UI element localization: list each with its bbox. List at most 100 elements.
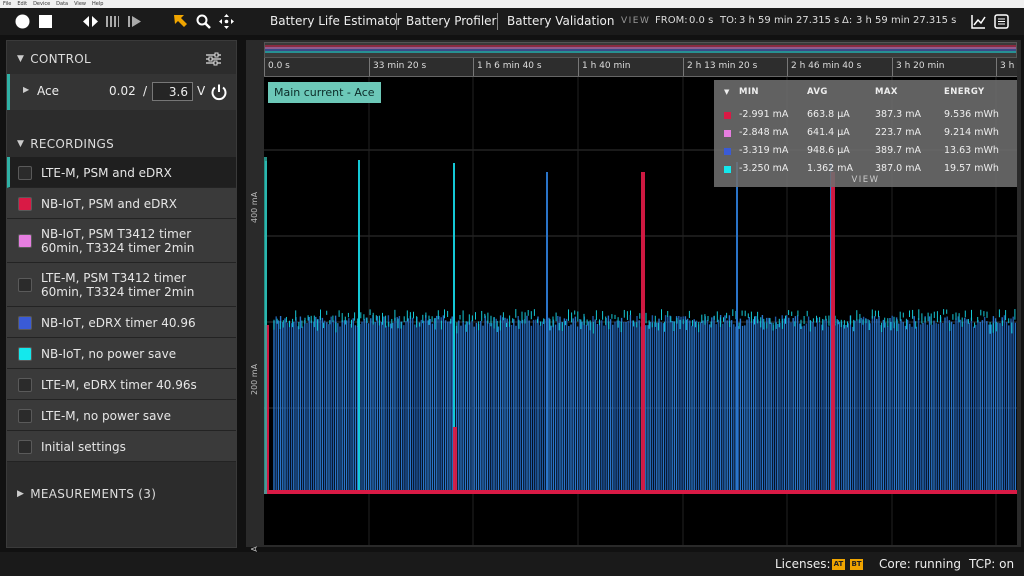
license-badge-at[interactable]: AT (832, 559, 845, 570)
settings-sliders-icon[interactable] (205, 52, 222, 66)
series-color-swatch (724, 130, 731, 137)
recording-item[interactable]: LTE-M, PSM T3412 timer 60min, T3324 time… (7, 263, 236, 307)
pan-start-icon[interactable] (104, 13, 121, 30)
trace-label[interactable]: Main current - Ace (268, 82, 381, 103)
recordings-section-header[interactable]: ▼ RECORDINGS (7, 129, 236, 159)
recording-color-swatch[interactable] (18, 315, 32, 330)
recording-color-swatch[interactable] (18, 408, 32, 423)
stats-view-label[interactable]: VIEW (714, 175, 1017, 185)
recording-item[interactable]: NB-IoT, eDRX timer 40.96 (7, 307, 236, 338)
event-marker (831, 172, 835, 494)
chart-icon[interactable] (970, 13, 987, 30)
stats-cell-min: -2.991 mA (739, 109, 789, 120)
stats-cell-max: 387.0 mA (875, 163, 921, 174)
menu-view[interactable]: View (74, 0, 86, 8)
recording-color-swatch[interactable] (18, 377, 32, 392)
stats-row: -3.319 mA 948.6 µA 389.7 mA 13.63 mWh (714, 143, 1017, 160)
recording-color-swatch[interactable] (18, 439, 32, 454)
measurements-section-header[interactable]: ▶ MEASUREMENTS (3) (7, 479, 236, 509)
recording-label: Initial settings (41, 439, 126, 454)
stats-cell-avg: 641.4 µA (807, 127, 850, 138)
control-section-header[interactable]: ▼ CONTROL (7, 44, 236, 74)
stats-cell-max: 223.7 mA (875, 127, 921, 138)
time-tick-label: 2 h 46 min 40 s (791, 61, 862, 71)
time-tick-label: 33 min 20 s (373, 61, 427, 71)
menu-help[interactable]: Help (92, 0, 103, 8)
stats-header-min: MIN (739, 87, 759, 97)
stats-header-avg: AVG (807, 87, 828, 97)
recording-color-swatch[interactable] (18, 165, 32, 180)
device-control-row: ▶ Ace 0.02 / 3.6 V (7, 74, 236, 110)
time-tick (996, 58, 997, 76)
delta-label: Δ: (842, 15, 853, 26)
menu-device[interactable]: Device (33, 0, 50, 8)
menu-data[interactable]: Data (56, 0, 68, 8)
from-value: 0.0 s (689, 15, 714, 26)
record-icon[interactable] (14, 13, 31, 30)
search-icon[interactable] (195, 13, 212, 30)
time-tick (683, 58, 684, 76)
menu-file[interactable]: File (3, 0, 11, 8)
menu-edit[interactable]: Edit (17, 0, 27, 8)
to-label: TO: (720, 15, 738, 26)
pointer-icon[interactable] (172, 13, 189, 30)
time-tick-label: 2 h 13 min 20 s (687, 61, 758, 71)
stats-table: ▼ MIN AVG MAX ENERGY -2.991 mA 663.8 µA 38… (714, 80, 1017, 187)
tab-battery-validation[interactable]: Battery Validation (507, 14, 614, 28)
recordings-list: LTE-M, PSM and eDRX NB-IoT, PSM and eDRX N… (7, 157, 236, 462)
trace-baseline (264, 490, 1017, 494)
recording-item[interactable]: LTE-M, eDRX timer 40.96s (7, 369, 236, 400)
overview-minimap[interactable] (264, 42, 1017, 58)
recording-item[interactable]: LTE-M, PSM and eDRX (7, 157, 236, 188)
tab-separator (396, 13, 397, 30)
recording-label: NB-IoT, eDRX timer 40.96 (41, 315, 196, 330)
time-tick-label: 0.0 s (268, 61, 290, 71)
recording-color-swatch[interactable] (18, 196, 32, 211)
menu-bar: File Edit Device Data View Help (0, 0, 1024, 8)
recording-item[interactable]: NB-IoT, no power save (7, 338, 236, 369)
recording-item[interactable]: NB-IoT, PSM and eDRX (7, 188, 236, 219)
recording-color-swatch[interactable] (18, 234, 32, 248)
move-icon[interactable] (218, 13, 235, 30)
stats-collapse-icon[interactable]: ▼ (724, 88, 730, 96)
zoom-fit-icon[interactable] (82, 13, 99, 30)
stats-cell-avg: 948.6 µA (807, 145, 850, 156)
play-icon[interactable] (126, 13, 143, 30)
time-tick-label: 3 h (1000, 61, 1015, 71)
recording-label: LTE-M, no power save (41, 408, 172, 423)
expand-icon[interactable]: ▶ (23, 85, 29, 94)
control-title: CONTROL (30, 52, 91, 66)
tab-battery-life-estimator[interactable]: Battery Life Estimator (270, 14, 402, 28)
stats-header-energy: ENERGY (944, 87, 985, 97)
tab-battery-profiler[interactable]: Battery Profiler (406, 14, 496, 28)
stats-header-max: MAX (875, 87, 898, 97)
y-label-200: 200 mA (250, 363, 259, 395)
recording-item[interactable]: NB-IoT, PSM T3412 timer 60min, T3324 tim… (7, 219, 236, 263)
recording-color-swatch[interactable] (18, 278, 32, 292)
recording-label: LTE-M, eDRX timer 40.96s (41, 377, 197, 392)
stats-cell-energy: 9.214 mWh (944, 127, 999, 138)
tcp-status: TCP: on (969, 557, 1015, 571)
time-axis[interactable]: 0.0 s 33 min 20 s 1 h 6 min 40 s 1 h 40 min… (264, 58, 1017, 77)
stop-icon[interactable] (37, 13, 54, 30)
recording-item[interactable]: Initial settings (7, 431, 236, 462)
recording-item[interactable]: LTE-M, no power save (7, 400, 236, 431)
recording-color-swatch[interactable] (18, 346, 32, 361)
time-tick (787, 58, 788, 76)
voltage-input[interactable]: 3.6 (152, 82, 193, 101)
minimap-traces (265, 45, 1016, 53)
view-label: VIEW (621, 16, 651, 26)
series-color-swatch (724, 112, 731, 119)
recording-label: LTE-M, PSM and eDRX (41, 165, 172, 180)
series-color-swatch (724, 166, 731, 173)
voltage-unit: V (197, 84, 206, 98)
from-label: FROM: (655, 15, 688, 26)
series-color-swatch (724, 148, 731, 155)
device-name: Ace (37, 84, 59, 98)
menu-icon[interactable] (993, 13, 1010, 30)
status-bar: Licenses: AT BT Core: running TCP: on (0, 552, 1024, 576)
collapse-icon: ▼ (17, 139, 25, 149)
license-badge-bt[interactable]: BT (850, 559, 863, 570)
power-icon[interactable] (210, 83, 228, 101)
stats-cell-energy: 9.536 mWh (944, 109, 999, 120)
